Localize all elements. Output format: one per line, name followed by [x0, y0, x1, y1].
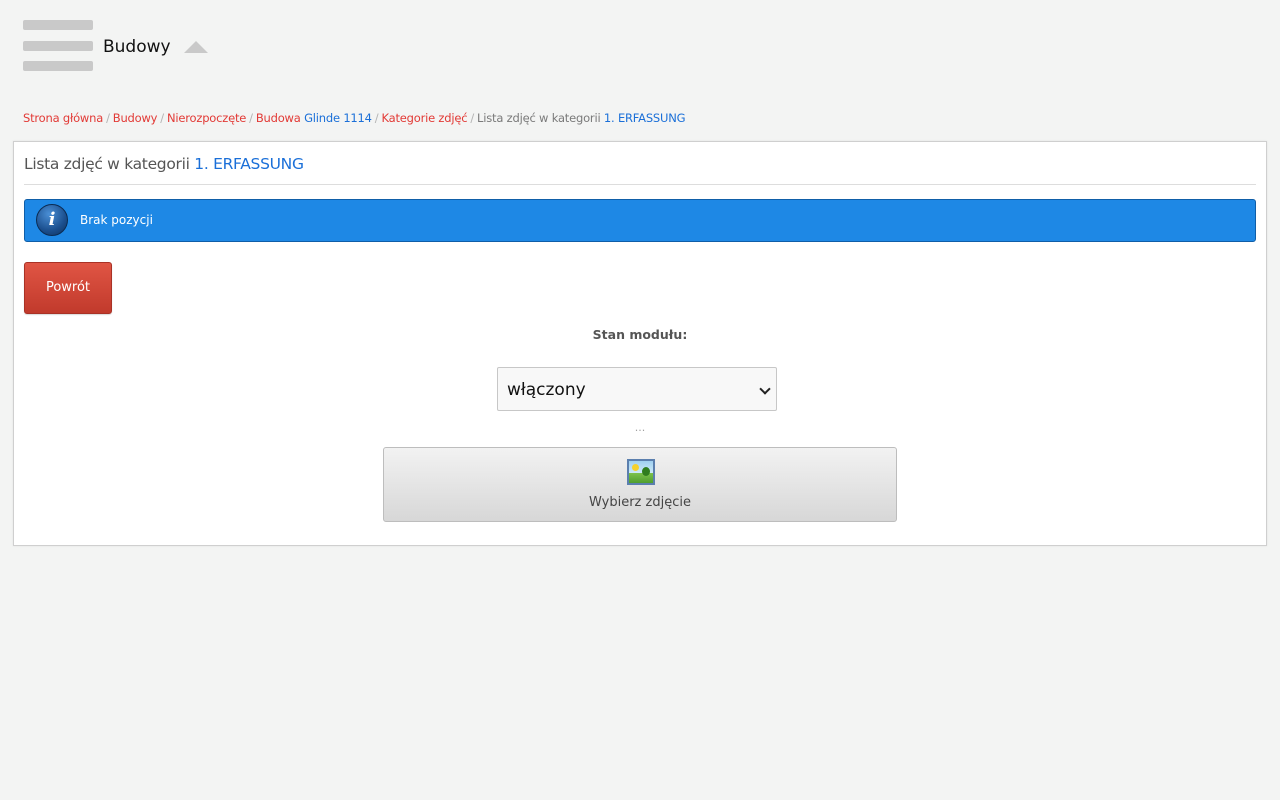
hamburger-menu-icon[interactable] — [23, 20, 93, 71]
page-title: Lista zdjęć w kategorii 1. ERFASSUNG — [24, 153, 304, 175]
breadcrumb-budowy[interactable]: Budowy — [113, 111, 158, 125]
choose-photo-label: Wybierz zdjęcie — [589, 495, 691, 510]
breadcrumb-current-category: 1. ERFASSUNG — [603, 111, 686, 125]
page-title-text: Lista zdjęć w kategorii — [24, 155, 190, 173]
top-bar: Budowy — [0, 0, 1280, 90]
breadcrumb-current: Lista zdjęć w kategorii 1. ERFASSUNG — [477, 111, 686, 125]
breadcrumb-home[interactable]: Strona główna — [23, 111, 103, 125]
menu-bar-2 — [23, 41, 93, 51]
image-icon-sun — [632, 464, 639, 471]
breadcrumb-nierozpoczete[interactable]: Nierozpoczęte — [167, 111, 246, 125]
breadcrumb-separator: / — [470, 111, 475, 125]
menu-bar-1 — [23, 20, 93, 30]
caret-up-icon[interactable] — [184, 41, 208, 53]
module-state-label: Stan modułu: — [592, 327, 688, 342]
breadcrumb: Strona główna / Budowy / Nierozpoczęte / Budow… — [23, 110, 686, 126]
breadcrumb-separator: / — [160, 111, 164, 125]
main-panel: Lista zdjęć w kategorii 1. ERFASSUNG i B… — [13, 141, 1267, 546]
back-button[interactable]: Powrót — [24, 262, 112, 314]
choose-photo-button[interactable]: Wybierz zdjęcie — [383, 447, 897, 522]
image-icon — [627, 459, 655, 485]
breadcrumb-budowa[interactable]: Budowa Glinde 1114 — [256, 111, 372, 125]
alert-text: Brak pozycji — [80, 213, 153, 227]
breadcrumb-budowa-label: Budowa — [255, 111, 301, 125]
chevron-down-icon — [759, 383, 771, 395]
module-state-value: włączony — [507, 380, 586, 400]
app-title: Budowy — [103, 37, 171, 57]
breadcrumb-budowa-name: Glinde 1114 — [304, 111, 372, 125]
menu-bar-3 — [23, 61, 93, 71]
breadcrumb-current-label: Lista zdjęć w kategorii — [477, 111, 601, 125]
info-alert: i Brak pozycji — [24, 199, 1256, 242]
info-icon: i — [36, 204, 68, 236]
breadcrumb-kategorie[interactable]: Kategorie zdjęć — [381, 111, 467, 125]
breadcrumb-separator: / — [374, 111, 379, 125]
breadcrumb-separator: / — [106, 111, 110, 125]
page-title-category: 1. ERFASSUNG — [194, 155, 304, 173]
breadcrumb-separator: / — [249, 111, 253, 125]
image-icon-tree — [642, 467, 650, 476]
module-state-select[interactable]: włączony — [497, 367, 777, 411]
ellipsis: ... — [634, 421, 646, 434]
divider — [24, 184, 1256, 185]
